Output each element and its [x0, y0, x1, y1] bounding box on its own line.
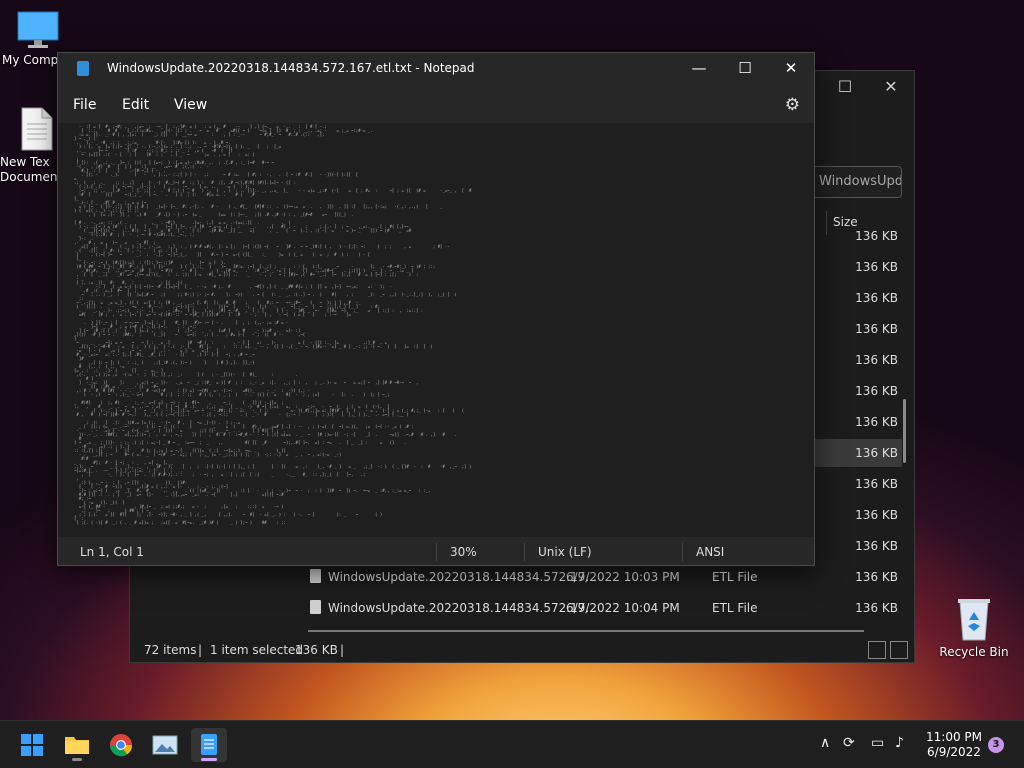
taskbar-file-explorer[interactable]	[59, 728, 95, 762]
minimize-button[interactable]: —	[676, 53, 722, 85]
desktop-icon-label: Recycle Bin	[939, 645, 1009, 659]
taskbar-chrome[interactable]	[103, 728, 139, 762]
status-divider	[436, 543, 437, 561]
notepad-icon	[201, 734, 217, 755]
active-indicator	[201, 758, 217, 761]
file-name: WindowsUpdate.20220318.144834.572.17...	[328, 570, 597, 584]
notepad-icon	[77, 61, 89, 76]
file-size: 136 KB	[855, 384, 898, 398]
text-editor-area[interactable]: - :] = [ #- ;~#; , ,;=~ ; -~_ [ :,-]#- =…	[58, 123, 814, 537]
file-size: 136 KB	[855, 415, 898, 429]
maximize-icon[interactable]: ☐	[830, 77, 860, 96]
encoding: ANSI	[696, 545, 725, 559]
item-count: 72 items	[144, 643, 197, 657]
horizontal-scrollbar[interactable]	[308, 630, 864, 632]
update-icon[interactable]: ⟳	[843, 735, 855, 751]
taskbar: ∧ ⟳ ▭ ♪ 11:00 PM 6/9/2022 3	[0, 720, 1024, 768]
file-name: WindowsUpdate.20220318.144834.572.17...	[328, 601, 597, 615]
menu-edit[interactable]: Edit	[122, 97, 149, 113]
taskbar-photos[interactable]	[147, 728, 183, 762]
cursor-position: Ln 1, Col 1	[80, 545, 144, 559]
selected-count: 1 item selected	[210, 643, 304, 657]
close-button[interactable]: ✕	[768, 53, 814, 85]
tiles-view-icon[interactable]	[890, 641, 908, 659]
file-size: 136 KB	[855, 539, 898, 553]
file-size: 136 KB	[855, 260, 898, 274]
window-title: WindowsUpdate.20220318.144834.572.167.et…	[107, 61, 475, 75]
file-size: 136 KB	[855, 446, 898, 460]
explorer-status-bar: 72 items | 1 item selected 136 KB |	[130, 639, 914, 663]
system-clock[interactable]: 11:00 PM 6/9/2022	[920, 730, 988, 760]
file-date: 6/9/2022 10:04 PM	[566, 601, 680, 615]
status-divider	[524, 543, 525, 561]
file-size: 136 KB	[855, 570, 898, 584]
notification-badge[interactable]: 3	[988, 737, 1004, 753]
status-divider	[682, 543, 683, 561]
zoom-level: 30%	[450, 545, 477, 559]
file-size: 136 KB	[855, 353, 898, 367]
start-button[interactable]	[14, 728, 50, 762]
clock-time: 11:00 PM	[926, 730, 982, 744]
chevron-up-icon[interactable]: ∧	[820, 735, 830, 751]
file-type: ETL File	[712, 601, 758, 615]
file-icon	[310, 569, 321, 583]
file-size: 136 KB	[855, 322, 898, 336]
file-row[interactable]: WindowsUpdate.20220318.144834.572.17... …	[290, 594, 902, 622]
status-divider: |	[198, 643, 203, 657]
taskbar-notepad[interactable]	[191, 728, 227, 762]
chrome-icon	[109, 734, 133, 757]
file-size: 136 KB	[855, 508, 898, 522]
file-explorer-icon	[65, 737, 89, 754]
volume-icon[interactable]: ♪	[895, 735, 904, 751]
clock-date: 6/9/2022	[927, 745, 981, 759]
monitor-icon	[17, 11, 59, 48]
status-divider: |	[340, 643, 345, 657]
menu-file[interactable]: File	[73, 97, 96, 113]
file-date: 6/9/2022 10:03 PM	[566, 570, 680, 584]
line-ending: Unix (LF)	[538, 545, 592, 559]
file-size: 136 KB	[855, 477, 898, 491]
file-icon	[310, 600, 321, 614]
maximize-button[interactable]: ☐	[722, 53, 768, 85]
menu-bar: File Edit View ⚙	[58, 89, 814, 121]
file-size: 136 KB	[855, 229, 898, 243]
title-bar[interactable]: WindowsUpdate.20220318.144834.572.167.et…	[58, 53, 814, 85]
photos-icon	[152, 735, 178, 755]
text-document-icon	[21, 107, 53, 151]
selected-size: 136 KB	[295, 643, 338, 657]
file-size: 136 KB	[855, 291, 898, 305]
details-view-icon[interactable]	[868, 641, 886, 659]
network-icon[interactable]: ▭	[871, 735, 884, 751]
running-indicator	[72, 758, 82, 761]
search-input[interactable]: WindowsUpdate	[810, 166, 902, 198]
file-type: ETL File	[712, 570, 758, 584]
notepad-status-bar: Ln 1, Col 1 30% Unix (LF) ANSI	[58, 539, 814, 565]
desktop-icon-recycle-bin[interactable]: Recycle Bin	[938, 596, 1010, 660]
notepad-window[interactable]: WindowsUpdate.20220318.144834.572.167.et…	[57, 52, 815, 566]
menu-view[interactable]: View	[174, 97, 207, 113]
settings-gear-icon[interactable]: ⚙	[785, 95, 800, 115]
start-icon	[21, 734, 43, 756]
vertical-scrollbar[interactable]	[903, 399, 906, 463]
recycle-bin-icon	[958, 599, 990, 641]
file-row[interactable]: WindowsUpdate.20220318.144834.572.17... …	[290, 563, 902, 591]
close-icon[interactable]: ✕	[876, 77, 906, 96]
file-size: 136 KB	[855, 601, 898, 615]
